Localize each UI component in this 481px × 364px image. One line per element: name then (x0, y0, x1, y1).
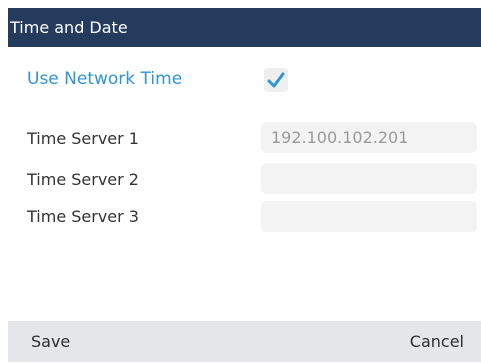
use-network-time-checkbox[interactable] (264, 68, 288, 92)
time-and-date-screen: Time and Date Use Network Time Time Serv… (8, 8, 481, 362)
time-server-3-label: Time Server 3 (27, 207, 139, 226)
cancel-button[interactable]: Cancel (410, 321, 464, 362)
time-server-2-field[interactable] (261, 163, 477, 194)
time-server-1-field[interactable]: 192.100.102.201 (261, 122, 477, 153)
title-bar: Time and Date (8, 8, 481, 47)
checkmark-icon (267, 72, 285, 88)
save-button[interactable]: Save (31, 321, 70, 362)
phone-screen-frame: Time and Date Use Network Time Time Serv… (0, 0, 481, 364)
softkey-bar: Save Cancel (8, 321, 481, 362)
use-network-time-label: Use Network Time (27, 69, 183, 89)
page-title: Time and Date (10, 18, 128, 37)
time-server-2-label: Time Server 2 (27, 170, 139, 189)
time-server-3-field[interactable] (261, 201, 477, 232)
time-server-1-label: Time Server 1 (27, 129, 139, 148)
